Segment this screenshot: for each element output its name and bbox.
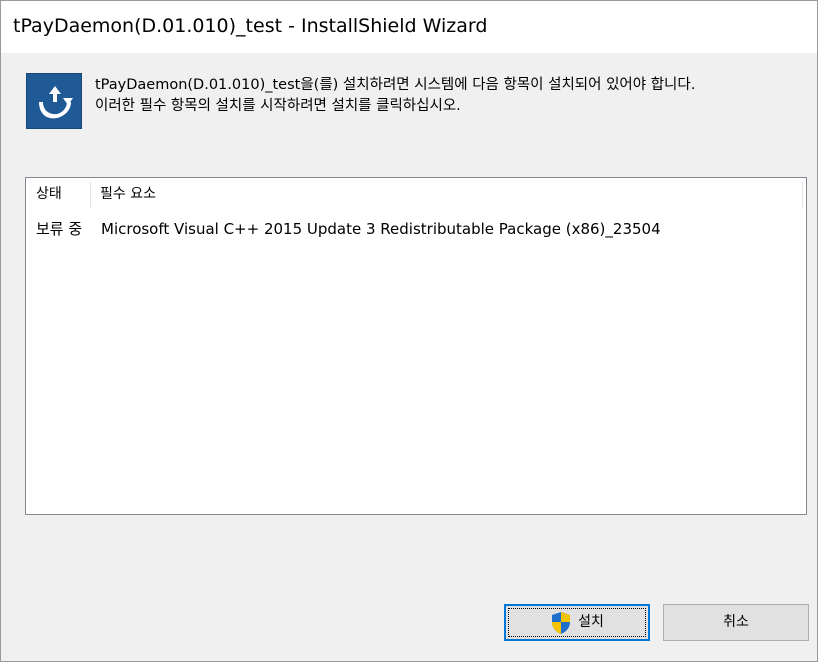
title-bar[interactable]: tPayDaemon(D.01.010)_test - InstallShiel…: [1, 1, 817, 53]
column-header-requirement[interactable]: 필수 요소: [90, 178, 802, 210]
uac-shield-icon: [550, 611, 572, 635]
install-button-label: 설치: [578, 614, 604, 630]
installshield-arrow-icon: [26, 73, 82, 129]
column-separator[interactable]: [802, 182, 803, 208]
column-header-status[interactable]: 상태: [26, 178, 90, 210]
requirements-message: tPayDaemon(D.01.010)_test을(를) 설치하려면 시스템에…: [95, 75, 805, 117]
requirement-name: Microsoft Visual C++ 2015 Update 3 Redis…: [101, 220, 661, 238]
window-title: tPayDaemon(D.01.010)_test - InstallShiel…: [13, 15, 488, 37]
message-line-2: 이러한 필수 항목의 설치를 시작하려면 설치를 클릭하십시오.: [95, 98, 461, 114]
message-line-1: tPayDaemon(D.01.010)_test을(를) 설치하려면 시스템에…: [95, 77, 696, 93]
cancel-button-label: 취소: [723, 614, 749, 630]
requirements-list[interactable]: 상태 필수 요소 보류 중 Microsoft Visual C++ 2015 …: [25, 177, 807, 515]
install-button[interactable]: 설치: [504, 604, 650, 641]
requirement-status: 보류 중: [36, 220, 83, 238]
installer-window: tPayDaemon(D.01.010)_test - InstallShiel…: [0, 0, 818, 662]
cancel-button[interactable]: 취소: [663, 604, 809, 641]
list-item[interactable]: 보류 중 Microsoft Visual C++ 2015 Update 3 …: [26, 216, 806, 242]
